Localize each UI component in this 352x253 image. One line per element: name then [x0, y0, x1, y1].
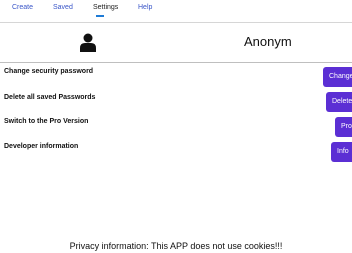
pro-version-button[interactable]: Pro: [335, 117, 352, 137]
setting-label-change-password: Change security password: [4, 68, 94, 75]
change-password-button[interactable]: Change: [323, 67, 352, 87]
tab-settings[interactable]: Settings: [93, 4, 118, 11]
delete-passwords-button[interactable]: Delete: [326, 92, 352, 112]
info-button[interactable]: Info: [331, 142, 352, 162]
privacy-notice: Privacy information: This APP does not u…: [69, 241, 283, 251]
setting-label-delete-passwords: Delete all saved Passwords: [4, 94, 96, 101]
tab-saved[interactable]: Saved: [53, 4, 73, 11]
tab-help[interactable]: Help: [138, 4, 152, 11]
header-divider: [0, 22, 352, 23]
setting-label-pro-version: Switch to the Pro Version: [4, 118, 89, 125]
tab-create[interactable]: Create: [12, 4, 33, 11]
setting-label-developer-info: Developer information: [4, 143, 79, 150]
username: Anonym: [244, 34, 292, 49]
profile-divider: [0, 62, 352, 63]
person-icon: [80, 33, 96, 52]
tab-bar: Create Saved Settings Help: [0, 0, 352, 18]
tab-active-indicator: [96, 15, 104, 17]
